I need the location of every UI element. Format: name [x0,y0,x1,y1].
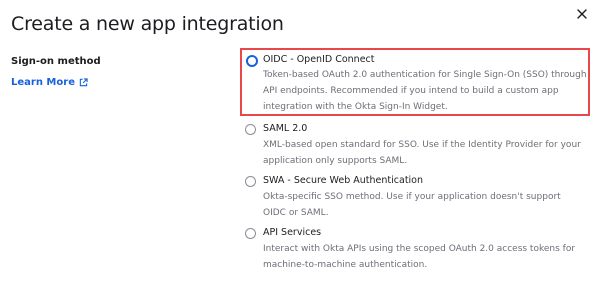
sign-on-method-label: Sign-on method [11,56,101,67]
learn-more-link[interactable]: Learn More [11,77,88,88]
dialog-title: Create a new app integration [11,13,284,35]
radio-api-services[interactable] [245,228,256,239]
option-description: XML-based open standard for SSO. Use if … [263,140,581,166]
option-oidc[interactable]: OIDC - OpenID Connect Token-based OAuth … [240,48,590,116]
radio-swa[interactable] [245,176,256,187]
external-link-icon [79,78,88,87]
learn-more-label: Learn More [11,77,75,88]
option-saml[interactable]: SAML 2.0 XML-based open standard for SSO… [240,118,590,166]
radio-oidc[interactable] [246,55,258,67]
option-description: Token-based OAuth 2.0 authentication for… [263,70,587,112]
option-title: OIDC - OpenID Connect [263,54,375,65]
option-api-services[interactable]: API Services Interact with Okta APIs usi… [240,222,590,274]
option-title: SAML 2.0 [263,123,308,134]
close-icon [577,9,587,19]
close-button[interactable] [574,6,590,22]
radio-saml[interactable] [245,124,256,135]
option-description: Interact with Okta APIs using the scoped… [263,244,576,270]
option-swa[interactable]: SWA - Secure Web Authentication Okta-spe… [240,170,590,218]
option-title: SWA - Secure Web Authentication [263,175,424,186]
option-title: API Services [263,227,322,238]
option-description: Okta-specific SSO method. Use if your ap… [263,192,561,218]
